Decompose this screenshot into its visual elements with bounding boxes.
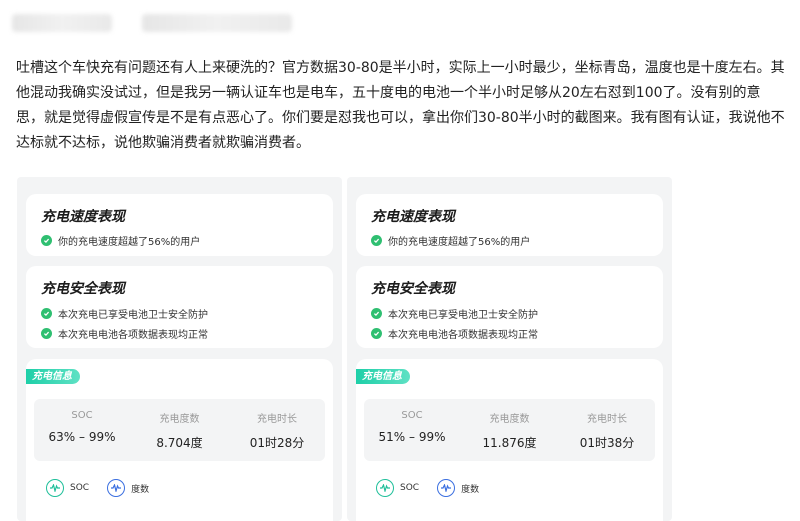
stat-label: 充电度数 — [489, 414, 530, 425]
safety-check-row: 本次充电电池各项数据表现均正常 — [41, 326, 208, 341]
safety-check-text: 本次充电电池各项数据表现均正常 — [58, 330, 208, 341]
stat-soc: SOC 63% – 99% — [34, 399, 130, 444]
speed-check-text: 你的充电速度超越了56%的用户 — [388, 237, 531, 248]
stat-label: SOC — [401, 410, 423, 421]
charging-info-tag: 充电信息 — [26, 369, 80, 384]
charging-safety-card: 充电安全表现 本次充电已享受电池卫士安全防护 本次充电电池各项数据表现均正常 — [356, 266, 663, 348]
stat-label: 充电度数 — [159, 414, 200, 425]
stat-value: 51% – 99% — [378, 430, 446, 444]
stat-label: 充电时长 — [256, 414, 297, 425]
blurred-user-info — [142, 14, 292, 32]
charging-speed-card: 充电速度表现 你的充电速度超越了56%的用户 — [26, 194, 333, 256]
charging-stats-panel: SOC 51% – 99% 充电度数 11.876度 充电时长 01时38分 — [364, 399, 655, 461]
stat-label: 充电时长 — [586, 414, 627, 425]
stat-value: 11.876度 — [482, 436, 537, 450]
stat-energy: 充电度数 11.876度 — [461, 399, 557, 451]
safety-check-row: 本次充电已享受电池卫士安全防护 — [41, 306, 208, 321]
wave-icon — [107, 479, 126, 497]
wave-icon — [46, 479, 64, 497]
safety-check-text: 本次充电已享受电池卫士安全防护 — [58, 310, 208, 321]
legend-label: SOC — [400, 483, 420, 493]
check-circle-icon — [41, 235, 52, 246]
safety-check-text: 本次充电已享受电池卫士安全防护 — [388, 310, 538, 321]
blurred-user-header — [12, 14, 292, 36]
stat-duration: 充电时长 01时28分 — [229, 399, 325, 451]
check-circle-icon — [371, 328, 382, 339]
stat-value: 8.704度 — [156, 436, 203, 450]
speed-card-title: 充电速度表现 — [371, 209, 455, 225]
chart-legend: SOC 度数 — [376, 479, 497, 497]
legend-label: 度数 — [131, 484, 150, 495]
charging-info-tag: 充电信息 — [356, 369, 410, 384]
check-circle-icon — [41, 328, 52, 339]
stat-energy: 充电度数 8.704度 — [131, 399, 227, 451]
stat-value: 01时38分 — [579, 436, 635, 450]
safety-card-title: 充电安全表现 — [371, 281, 455, 297]
charging-info-card: 充电信息 SOC 63% – 99% 充电度数 8.704度 充电时长 01时2… — [26, 359, 333, 521]
legend-label: 度数 — [461, 484, 480, 495]
legend-label: SOC — [70, 483, 90, 493]
stat-value: 63% – 99% — [48, 430, 116, 444]
charging-report-screenshot-1[interactable]: 充电速度表现 你的充电速度超越了56%的用户 充电安全表现 本次充电已享受电池卫… — [17, 177, 342, 521]
stat-label: SOC — [71, 410, 93, 421]
legend-kwh[interactable]: 度数 — [437, 479, 479, 497]
speed-check-text: 你的充电速度超越了56%的用户 — [58, 237, 201, 248]
safety-check-text: 本次充电电池各项数据表现均正常 — [388, 330, 538, 341]
stat-soc: SOC 51% – 99% — [364, 399, 460, 444]
chart-legend: SOC 度数 — [46, 479, 167, 497]
charging-speed-card: 充电速度表现 你的充电速度超越了56%的用户 — [356, 194, 663, 256]
wave-icon — [437, 479, 456, 497]
charging-info-card: 充电信息 SOC 51% – 99% 充电度数 11.876度 充电时长 01时… — [356, 359, 663, 521]
legend-soc[interactable]: SOC — [376, 479, 419, 497]
speed-check-row: 你的充电速度超越了56%的用户 — [41, 233, 200, 248]
charging-safety-card: 充电安全表现 本次充电已享受电池卫士安全防护 本次充电电池各项数据表现均正常 — [26, 266, 333, 348]
check-circle-icon — [371, 235, 382, 246]
post-body-text: 吐槽这个车快充有问题还有人上来硬洗的？官方数据30-80是半小时，实际上一小时最… — [16, 60, 785, 151]
safety-card-title: 充电安全表现 — [41, 281, 125, 297]
speed-check-row: 你的充电速度超越了56%的用户 — [371, 233, 530, 248]
charging-stats-panel: SOC 63% – 99% 充电度数 8.704度 充电时长 01时28分 — [34, 399, 325, 461]
legend-soc[interactable]: SOC — [46, 479, 89, 497]
charging-report-screenshot-2[interactable]: 充电速度表现 你的充电速度超越了56%的用户 充电安全表现 本次充电已享受电池卫… — [347, 177, 672, 521]
check-circle-icon — [41, 308, 52, 319]
safety-check-row: 本次充电已享受电池卫士安全防护 — [371, 306, 538, 321]
legend-kwh[interactable]: 度数 — [107, 479, 149, 497]
safety-check-row: 本次充电电池各项数据表现均正常 — [371, 326, 538, 341]
check-circle-icon — [371, 308, 382, 319]
speed-card-title: 充电速度表现 — [41, 209, 125, 225]
stat-duration: 充电时长 01时38分 — [559, 399, 655, 451]
blurred-username — [12, 14, 112, 32]
stat-value: 01时28分 — [249, 436, 305, 450]
wave-icon — [376, 479, 394, 497]
